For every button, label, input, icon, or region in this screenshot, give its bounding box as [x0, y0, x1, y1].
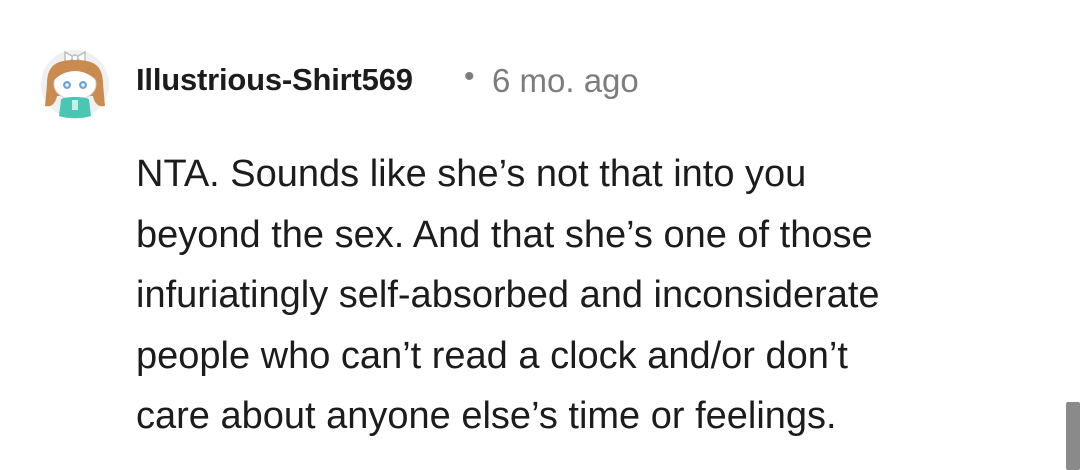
- comment-author-link[interactable]: Illustrious-Shirt569: [136, 62, 413, 98]
- scrollbar-thumb[interactable]: [1066, 402, 1080, 470]
- snoo-avatar-icon: [41, 50, 109, 119]
- comment-body-line: care about anyone else’s time or feeling…: [136, 395, 837, 437]
- comment-body-line: beyond the sex. And that she’s one of th…: [136, 213, 873, 256]
- comment-body-line: NTA. Sounds like she’s not that into you: [136, 153, 807, 195]
- comment-body-line: people who can’t read a clock and/or don…: [136, 334, 848, 377]
- user-avatar-icon[interactable]: [38, 44, 112, 120]
- meta-separator: •: [464, 60, 475, 93]
- comment: Illustrious-Shirt569 • 6 mo. ago NTA. So…: [0, 0, 1080, 470]
- comment-body: NTA. Sounds like she’s not that into you…: [136, 144, 1036, 447]
- comment-timestamp[interactable]: 6 mo. ago: [492, 62, 639, 100]
- comment-body-line: infuriatingly self-absorbed and inconsid…: [136, 274, 880, 316]
